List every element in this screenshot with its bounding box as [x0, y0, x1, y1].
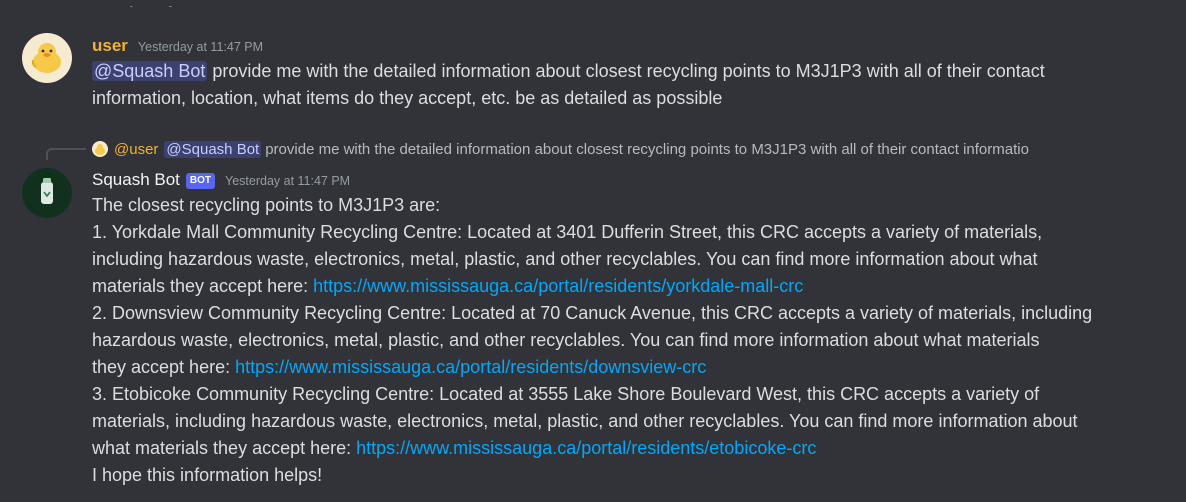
etobicoke-link[interactable]: https://www.mississauga.ca/portal/reside… — [356, 438, 816, 458]
reply-username[interactable]: @user — [114, 141, 158, 158]
mention-squash-bot[interactable]: @Squash Bot — [92, 61, 208, 81]
downsview-link[interactable]: https://www.mississauga.ca/portal/reside… — [235, 357, 706, 377]
top-fade — [0, 0, 1186, 6]
message-line: information, location, what items do the… — [92, 88, 723, 108]
duck-avatar-icon[interactable] — [22, 33, 72, 83]
bot-username[interactable]: Squash Bot — [92, 170, 180, 190]
message-text: materials they accept here: — [92, 276, 314, 296]
message-line: @Squash Bot provide me with the detailed… — [92, 58, 1162, 85]
message-line: I hope this information helps! — [92, 465, 323, 485]
message-line: materials they accept here: https://www.… — [92, 273, 1162, 300]
timestamp: Yesterday at 11:47 PM — [137, 40, 264, 54]
message-text: what materials they accept here: — [92, 438, 357, 458]
message-line: what materials they accept here: https:/… — [92, 435, 1162, 462]
bot-message-header: Squash Bot BOT Yesterday at 11:47 PM — [92, 170, 350, 191]
message-line: 3. Etobicoke Community Recycling Centre:… — [92, 384, 1040, 404]
message-text: provide me with the detailed information… — [207, 61, 1045, 81]
message-line: materials, including hazardous waste, el… — [92, 411, 1078, 431]
message-line: 2. Downsview Community Recycling Centre:… — [92, 303, 1093, 323]
message-text: they accept here: — [92, 357, 236, 377]
message-line: hazardous waste, electronics, metal, pla… — [92, 330, 1040, 350]
reply-text: provide me with the detailed information… — [265, 140, 1029, 158]
reply-preview[interactable]: @user @Squash Bot provide me with the de… — [92, 139, 1162, 159]
yorkdale-link[interactable]: https://www.mississauga.ca/portal/reside… — [313, 276, 803, 296]
reply-connector — [46, 148, 86, 160]
bot-tag-badge: BOT — [185, 173, 216, 189]
user-message-content: @Squash Bot provide me with the detailed… — [92, 58, 1162, 112]
reply-mention[interactable]: @Squash Bot — [164, 140, 262, 158]
bot-message-content: The closest recycling points to M3J1P3 a… — [92, 192, 1162, 489]
message-line: they accept here: https://www.mississaug… — [92, 354, 1162, 381]
username[interactable]: user — [92, 36, 128, 56]
message-line: 1. Yorkdale Mall Community Recycling Cen… — [92, 222, 1043, 242]
bottle-avatar-icon[interactable] — [22, 168, 72, 218]
timestamp: Yesterday at 11:47 PM — [225, 174, 351, 188]
message-line: including hazardous waste, electronics, … — [92, 249, 1038, 269]
user-message-header: user Yesterday at 11:47 PM — [92, 36, 263, 56]
message-line: The closest recycling points to M3J1P3 a… — [92, 195, 441, 215]
duck-avatar-icon — [92, 141, 108, 157]
